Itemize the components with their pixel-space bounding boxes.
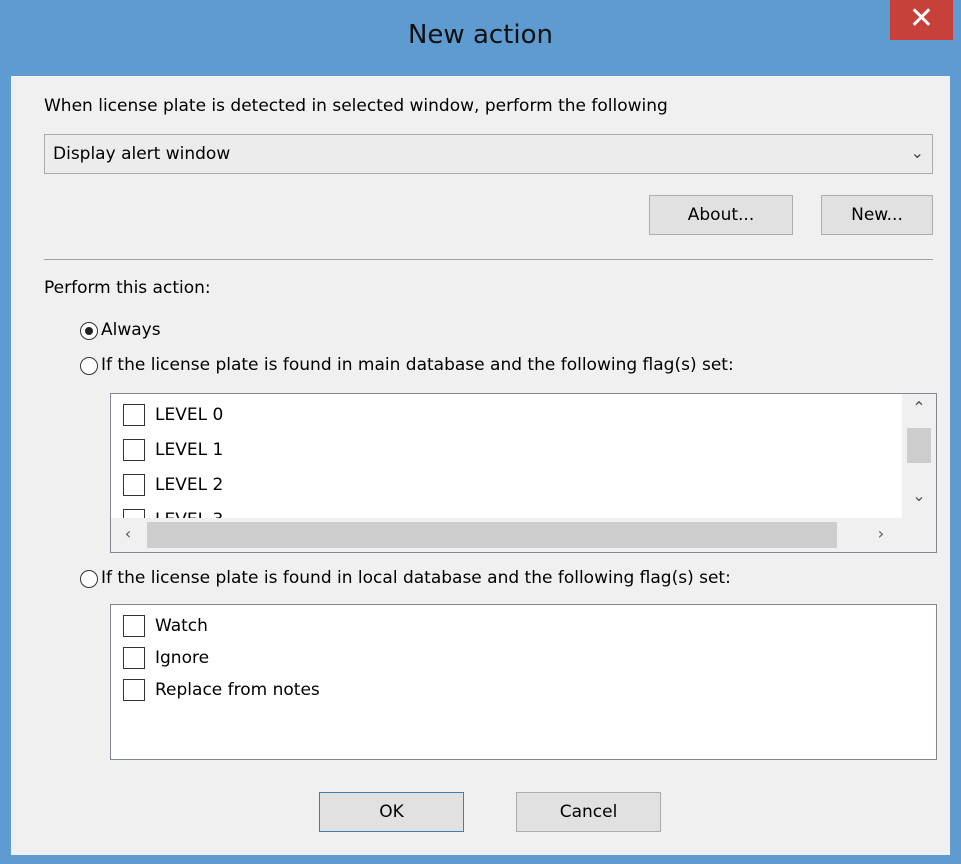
flag-label: Ignore [155,648,210,668]
window-title: New action [407,20,553,50]
close-button[interactable]: ✕ [890,0,953,40]
flag-label: LEVEL 2 [155,475,224,495]
radio-selected-dot [85,327,93,335]
new-button-label: New... [851,205,903,225]
about-button[interactable]: About... [649,195,793,235]
trigger-label: When license plate is detected in select… [44,96,668,116]
radio-main-database[interactable] [80,357,98,375]
flag-checkbox[interactable] [123,439,145,461]
ok-button[interactable]: OK [319,792,464,832]
flag-checkbox[interactable] [123,474,145,496]
cancel-button[interactable]: Cancel [516,792,661,832]
dialog-body: When license plate is detected in select… [11,76,950,855]
radio-always[interactable] [80,322,98,340]
ok-button-label: OK [379,802,404,822]
flag-checkbox[interactable] [123,615,145,637]
flag-label: LEVEL 0 [155,405,224,425]
flag-label: Watch [155,616,208,636]
flag-checkbox[interactable] [123,679,145,701]
scroll-left-icon[interactable]: ‹ [113,524,143,543]
cancel-button-label: Cancel [559,802,618,822]
local-flags-list[interactable]: Watch Ignore Replace from notes [110,604,937,760]
radio-local-database[interactable] [80,570,98,588]
flag-checkbox[interactable] [123,404,145,426]
title-bar[interactable]: New action ✕ [0,0,961,76]
close-icon: ✕ [908,1,935,36]
new-action-dialog: New action ✕ When license plate is detec… [0,0,961,864]
scroll-right-icon[interactable]: › [866,524,896,543]
vertical-scrollbar[interactable]: ⌃ ⌄ [902,394,936,518]
action-select[interactable]: Display alert window ⌄ [44,134,933,174]
new-button[interactable]: New... [821,195,933,235]
vertical-scroll-thumb[interactable] [907,428,931,463]
perform-label: Perform this action: [44,278,211,298]
flag-label: LEVEL 1 [155,440,224,460]
chevron-down-icon: ⌄ [910,143,924,162]
separator [44,259,933,260]
horizontal-scroll-thumb[interactable] [147,522,837,548]
radio-local-database-label[interactable]: If the license plate is found in local d… [101,568,731,588]
scroll-up-icon[interactable]: ⌃ [904,398,934,417]
scroll-down-icon[interactable]: ⌄ [904,486,934,505]
flag-label: Replace from notes [155,680,320,700]
action-select-value: Display alert window [53,144,231,164]
about-button-label: About... [687,205,755,225]
radio-always-label[interactable]: Always [101,320,161,340]
flag-checkbox[interactable] [123,647,145,669]
horizontal-scrollbar[interactable]: ‹ › [111,518,936,552]
radio-main-database-label[interactable]: If the license plate is found in main da… [101,355,734,375]
main-flags-list[interactable]: LEVEL 0 LEVEL 1 LEVEL 2 LEVEL 3 ⌃ ⌄ ‹ [110,393,937,553]
